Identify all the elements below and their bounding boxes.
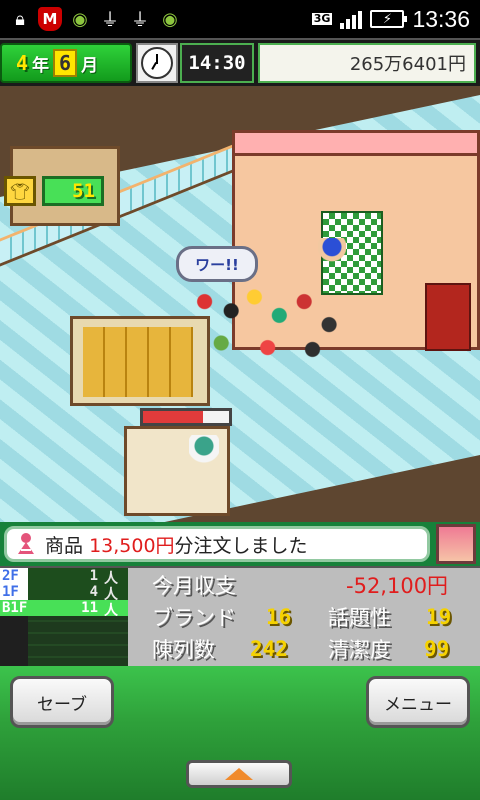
progress-fill (143, 411, 204, 423)
customer-crowd (188, 274, 354, 366)
floor-person-icon: 人 (104, 587, 118, 603)
save-button[interactable]: セーブ (10, 676, 114, 728)
message-bar: 商品 13,500円 分注文しました (0, 522, 480, 566)
lock-icon: 🔒︎ (15, 8, 25, 30)
floor-row[interactable]: 1F 4人 (0, 584, 128, 603)
clerk (189, 435, 219, 479)
status-bar: 🔒︎ M ◉ ⏚ ⏚ ◉ 3G ⚡︎ 13:36 (0, 0, 480, 38)
up-arrow-icon (225, 768, 253, 780)
stage-performer (318, 238, 346, 278)
game-world[interactable]: ワー!! 👕︎ 51 (0, 86, 480, 522)
income-label: 今月収支 (152, 574, 236, 598)
display-value: 242 (250, 637, 288, 661)
speech-bubble: ワー!! (176, 246, 258, 282)
floor-person-icon: 人 (104, 571, 118, 587)
floor-minimap (28, 616, 128, 668)
stage-roof (232, 130, 480, 156)
clean-label: 清潔度 (328, 638, 391, 662)
clean-value: 99 (424, 637, 450, 661)
status-badges: 👕︎ 51 (4, 176, 104, 206)
stage-curtain (425, 283, 471, 351)
cardboard-boxes (83, 327, 193, 397)
floor-label: 1F (0, 584, 28, 600)
brand-value: 16 (266, 605, 292, 629)
top-hud: 4 年 6 月 14:30 265万6401円 (0, 38, 480, 86)
date-display: 4 年 6 月 (0, 43, 132, 83)
floor-list: 2F 1人 1F 4人 B1F 11 人 (0, 568, 128, 668)
stats-panel: 2F 1人 1F 4人 B1F 11 人 今月収支 -52,100円 ブランド 1… (0, 566, 480, 668)
brand-label: ブランド (152, 606, 236, 630)
clock-icon[interactable] (136, 43, 178, 83)
bottom-bar: セーブ メニュー (0, 666, 480, 800)
floor-count: 4 (89, 584, 98, 600)
topic-label: 話題性 (328, 606, 391, 630)
register-progress-bar (140, 408, 232, 426)
android-icon: ◉ (162, 8, 178, 30)
android-debug-icon: ◉ (72, 8, 88, 30)
status-time: 13:36 (412, 5, 470, 32)
income-value: -52,100円 (346, 574, 449, 598)
shirt-icon[interactable]: 👕︎ (4, 176, 36, 206)
display-label: 陳列数 (152, 638, 215, 662)
game-time: 14:30 (180, 43, 254, 83)
battery-charging-icon: ⚡︎ (370, 10, 408, 28)
floor-label: 2F (0, 568, 28, 584)
message-box[interactable]: 商品 13,500円 分注文しました (4, 526, 430, 562)
stat-area: 今月収支 -52,100円 ブランド 16 話題性 19 陳列数 242 清潔度… (138, 570, 470, 666)
floor-count: 11 (81, 600, 98, 616)
message-prefix: 商品 (45, 534, 84, 557)
floor-count: 1 (89, 568, 98, 584)
month-value: 6 (53, 49, 78, 77)
signal-icon (340, 9, 363, 29)
notification-icons: 🔒︎ M ◉ ⏚ ⏚ ◉ (0, 7, 182, 31)
floor-person-icon: 人 (104, 603, 118, 619)
floor-row-current[interactable]: B1F 11 人 (0, 600, 128, 619)
message-suffix: 分注文しました (174, 534, 308, 557)
customer-icon (15, 532, 37, 556)
floor-row[interactable]: 2F 1人 (0, 568, 128, 587)
mcafee-shield-icon: M (38, 7, 62, 31)
checkout-counter[interactable] (124, 426, 230, 516)
month-unit: 月 (81, 55, 99, 76)
year-unit: 年 (32, 55, 50, 76)
floor-label: B1F (0, 600, 28, 616)
advisor-portrait[interactable] (436, 524, 476, 564)
expand-panel-button[interactable] (186, 760, 292, 788)
network-type: 3G (311, 12, 333, 25)
message-amount: 13,500円 (89, 534, 175, 557)
item-count-badge: 51 (42, 176, 104, 206)
menu-button[interactable]: メニュー (366, 676, 470, 728)
usb-icon: ⏚ (131, 10, 149, 31)
year-value: 4 (16, 51, 29, 75)
usb-icon: ⏚ (101, 10, 119, 31)
topic-value: 19 (426, 605, 452, 629)
money-display: 265万6401円 (258, 43, 476, 83)
